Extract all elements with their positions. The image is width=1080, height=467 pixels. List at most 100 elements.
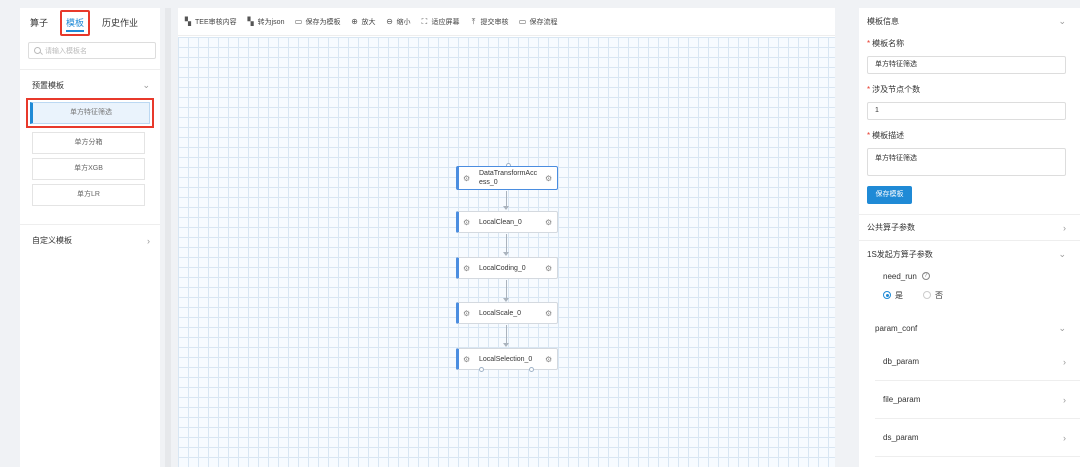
to-json-label: 转为json bbox=[257, 18, 285, 26]
selected-template-highlight: 单方特征筛选 bbox=[26, 98, 154, 128]
initiator-params-header[interactable]: 1S发起方算子参数 ⌄ bbox=[859, 241, 1080, 267]
gear-icon[interactable]: ⚙ bbox=[545, 218, 557, 227]
file-param-row[interactable]: file_param › bbox=[875, 381, 1080, 419]
param-conf-header[interactable]: param_conf ⌄ bbox=[859, 313, 1080, 343]
param-conf-label: param_conf bbox=[875, 323, 918, 333]
flow-canvas-panel: ▚ TEE审核内容 ▚ 转为json ▭ 保存为模板 ⊕ 放大 ⊖ 缩小 ⛶ 适… bbox=[178, 8, 835, 467]
db-param-row[interactable]: db_param › bbox=[875, 343, 1080, 381]
node-type-icon: ⚙ bbox=[463, 173, 471, 183]
template-item-single-xgb[interactable]: 单方XGB bbox=[32, 158, 145, 180]
flow-edge-arrow bbox=[503, 343, 509, 347]
flow-edge-arrow bbox=[503, 206, 509, 210]
fit-screen-button[interactable]: ⛶ 适应屏幕 bbox=[420, 16, 460, 27]
output-port[interactable] bbox=[529, 367, 534, 372]
flow-grid[interactable]: ⚙ DataTransformAcc ess_0 ⚙ ⚙ LocalClean_… bbox=[178, 37, 835, 467]
flow-node-local-selection[interactable]: ⚙ LocalSelection_0 ⚙ bbox=[456, 348, 558, 370]
gear-icon[interactable]: ⚙ bbox=[545, 355, 557, 364]
need-run-radio-group: 是 否 bbox=[859, 285, 1080, 305]
public-params-header[interactable]: 公共算子参数 › bbox=[859, 215, 1080, 241]
preset-templates-header[interactable]: 预置模板 ⌄ bbox=[20, 74, 160, 96]
canvas-toolbar: ▚ TEE审核内容 ▚ 转为json ▭ 保存为模板 ⊕ 放大 ⊖ 缩小 ⛶ 适… bbox=[178, 8, 835, 36]
required-mark: * bbox=[867, 85, 871, 94]
radio-no-label: 否 bbox=[935, 290, 943, 300]
divider bbox=[20, 69, 160, 70]
flow-edge bbox=[506, 191, 507, 207]
submit-review-label: 提交审核 bbox=[480, 18, 509, 26]
zoom-in-icon: ⊕ bbox=[351, 16, 358, 26]
flow-node-local-coding[interactable]: ⚙ LocalCoding_0 ⚙ bbox=[456, 257, 558, 279]
ds-param-label: ds_param bbox=[883, 433, 919, 442]
template-info-header[interactable]: 模板信息 ⌄ bbox=[859, 8, 1080, 34]
file-param-label: file_param bbox=[883, 395, 921, 404]
flow-node-data-transform-access[interactable]: ⚙ DataTransformAcc ess_0 ⚙ bbox=[456, 166, 558, 190]
template-desc-field[interactable]: 单方特征筛选 bbox=[867, 148, 1066, 176]
save-as-template-label: 保存为模板 bbox=[305, 18, 341, 26]
left-panel: 算子 模板 历史作业 请输入模板名 预置模板 ⌄ 单方特征筛选 单方分箱 单方X… bbox=[20, 8, 160, 467]
chevron-down-icon: ⌄ bbox=[1058, 322, 1066, 333]
to-json-button[interactable]: ▚ 转为json bbox=[247, 17, 285, 27]
tee-review-button[interactable]: ▚ TEE审核内容 bbox=[184, 17, 237, 27]
public-params-label: 公共算子参数 bbox=[867, 223, 915, 232]
fit-screen-icon: ⛶ bbox=[421, 16, 428, 26]
node-label: LocalClean_0 bbox=[479, 218, 522, 226]
zoom-out-label: 缩小 bbox=[396, 18, 411, 26]
grid-icon: ▚ bbox=[247, 16, 254, 26]
flow-node-local-clean[interactable]: ⚙ LocalClean_0 ⚙ bbox=[456, 211, 558, 233]
help-icon[interactable]: ? bbox=[921, 272, 930, 280]
template-item-single-feature-selection[interactable]: 单方特征筛选 bbox=[30, 102, 150, 124]
flow-node-local-scale[interactable]: ⚙ LocalScale_0 ⚙ bbox=[456, 302, 558, 324]
radio-unchecked-icon bbox=[923, 291, 931, 299]
required-mark: * bbox=[867, 131, 871, 140]
template-item-single-lr[interactable]: 单方LR bbox=[32, 184, 145, 206]
node-label: LocalCoding_0 bbox=[479, 264, 526, 272]
template-desc-label-text: 模板描述 bbox=[872, 131, 905, 140]
ds-param-row[interactable]: ds_param › bbox=[875, 419, 1080, 457]
save-template-button[interactable]: 保存模板 bbox=[867, 186, 912, 204]
save-flow-label: 保存流程 bbox=[529, 18, 558, 26]
db-param-label: db_param bbox=[883, 357, 920, 366]
flow-edge bbox=[506, 325, 507, 344]
save-as-template-button[interactable]: ▭ 保存为模板 bbox=[294, 16, 341, 27]
tee-review-label: TEE审核内容 bbox=[195, 18, 237, 26]
output-port[interactable] bbox=[479, 367, 484, 372]
gear-icon[interactable]: ⚙ bbox=[545, 309, 557, 318]
flow-edge bbox=[506, 280, 507, 299]
template-name-label-text: 模板名称 bbox=[872, 39, 905, 48]
node-type-icon: ⚙ bbox=[463, 217, 471, 227]
zoom-out-button[interactable]: ⊖ 缩小 bbox=[385, 17, 410, 27]
chevron-down-icon: ⌄ bbox=[142, 79, 150, 90]
zoom-out-icon: ⊖ bbox=[386, 16, 393, 26]
required-mark: * bbox=[867, 39, 871, 48]
node-type-icon: ⚙ bbox=[463, 263, 471, 273]
gear-icon[interactable]: ⚙ bbox=[545, 264, 557, 273]
chevron-down-icon: ⌄ bbox=[1058, 15, 1066, 26]
node-count-field[interactable]: 1 bbox=[867, 102, 1066, 120]
chevron-right-icon: › bbox=[1063, 432, 1066, 443]
node-count-label-text: 涉及节点个数 bbox=[872, 85, 921, 94]
tab-history-jobs[interactable]: 历史作业 bbox=[96, 14, 144, 36]
template-item-single-binning[interactable]: 单方分箱 bbox=[32, 132, 145, 154]
initiator-params-label: 1S发起方算子参数 bbox=[867, 249, 933, 259]
gear-icon[interactable]: ⚙ bbox=[545, 174, 557, 183]
node-label: LocalScale_0 bbox=[479, 309, 522, 317]
template-name-field[interactable]: 单方特征筛选 bbox=[867, 56, 1066, 74]
folder-icon: ▭ bbox=[294, 16, 303, 26]
custom-templates-header[interactable]: 自定义模板 › bbox=[20, 224, 160, 252]
radio-yes-label: 是 bbox=[895, 290, 903, 300]
tab-templates[interactable]: 模板 bbox=[60, 10, 91, 36]
folder-icon: ▭ bbox=[518, 16, 527, 26]
flow-edge-arrow bbox=[503, 252, 509, 256]
chevron-right-icon: › bbox=[1063, 356, 1066, 367]
template-search-input[interactable]: 请输入模板名 bbox=[28, 42, 156, 59]
chevron-right-icon: › bbox=[147, 235, 150, 246]
submit-review-button[interactable]: ⤒ 提交审核 bbox=[469, 17, 509, 27]
tab-operators[interactable]: 算子 bbox=[24, 14, 54, 36]
chevron-down-icon: ⌄ bbox=[1058, 248, 1066, 259]
zoom-in-button[interactable]: ⊕ 放大 bbox=[350, 17, 375, 27]
node-type-icon: ⚙ bbox=[463, 354, 471, 364]
save-flow-button[interactable]: ▭ 保存流程 bbox=[518, 16, 558, 27]
radio-no[interactable]: 否 bbox=[923, 290, 943, 301]
panel-scrollbar[interactable] bbox=[165, 8, 171, 467]
custom-templates-label: 自定义模板 bbox=[32, 236, 72, 245]
radio-yes[interactable]: 是 bbox=[883, 290, 903, 301]
